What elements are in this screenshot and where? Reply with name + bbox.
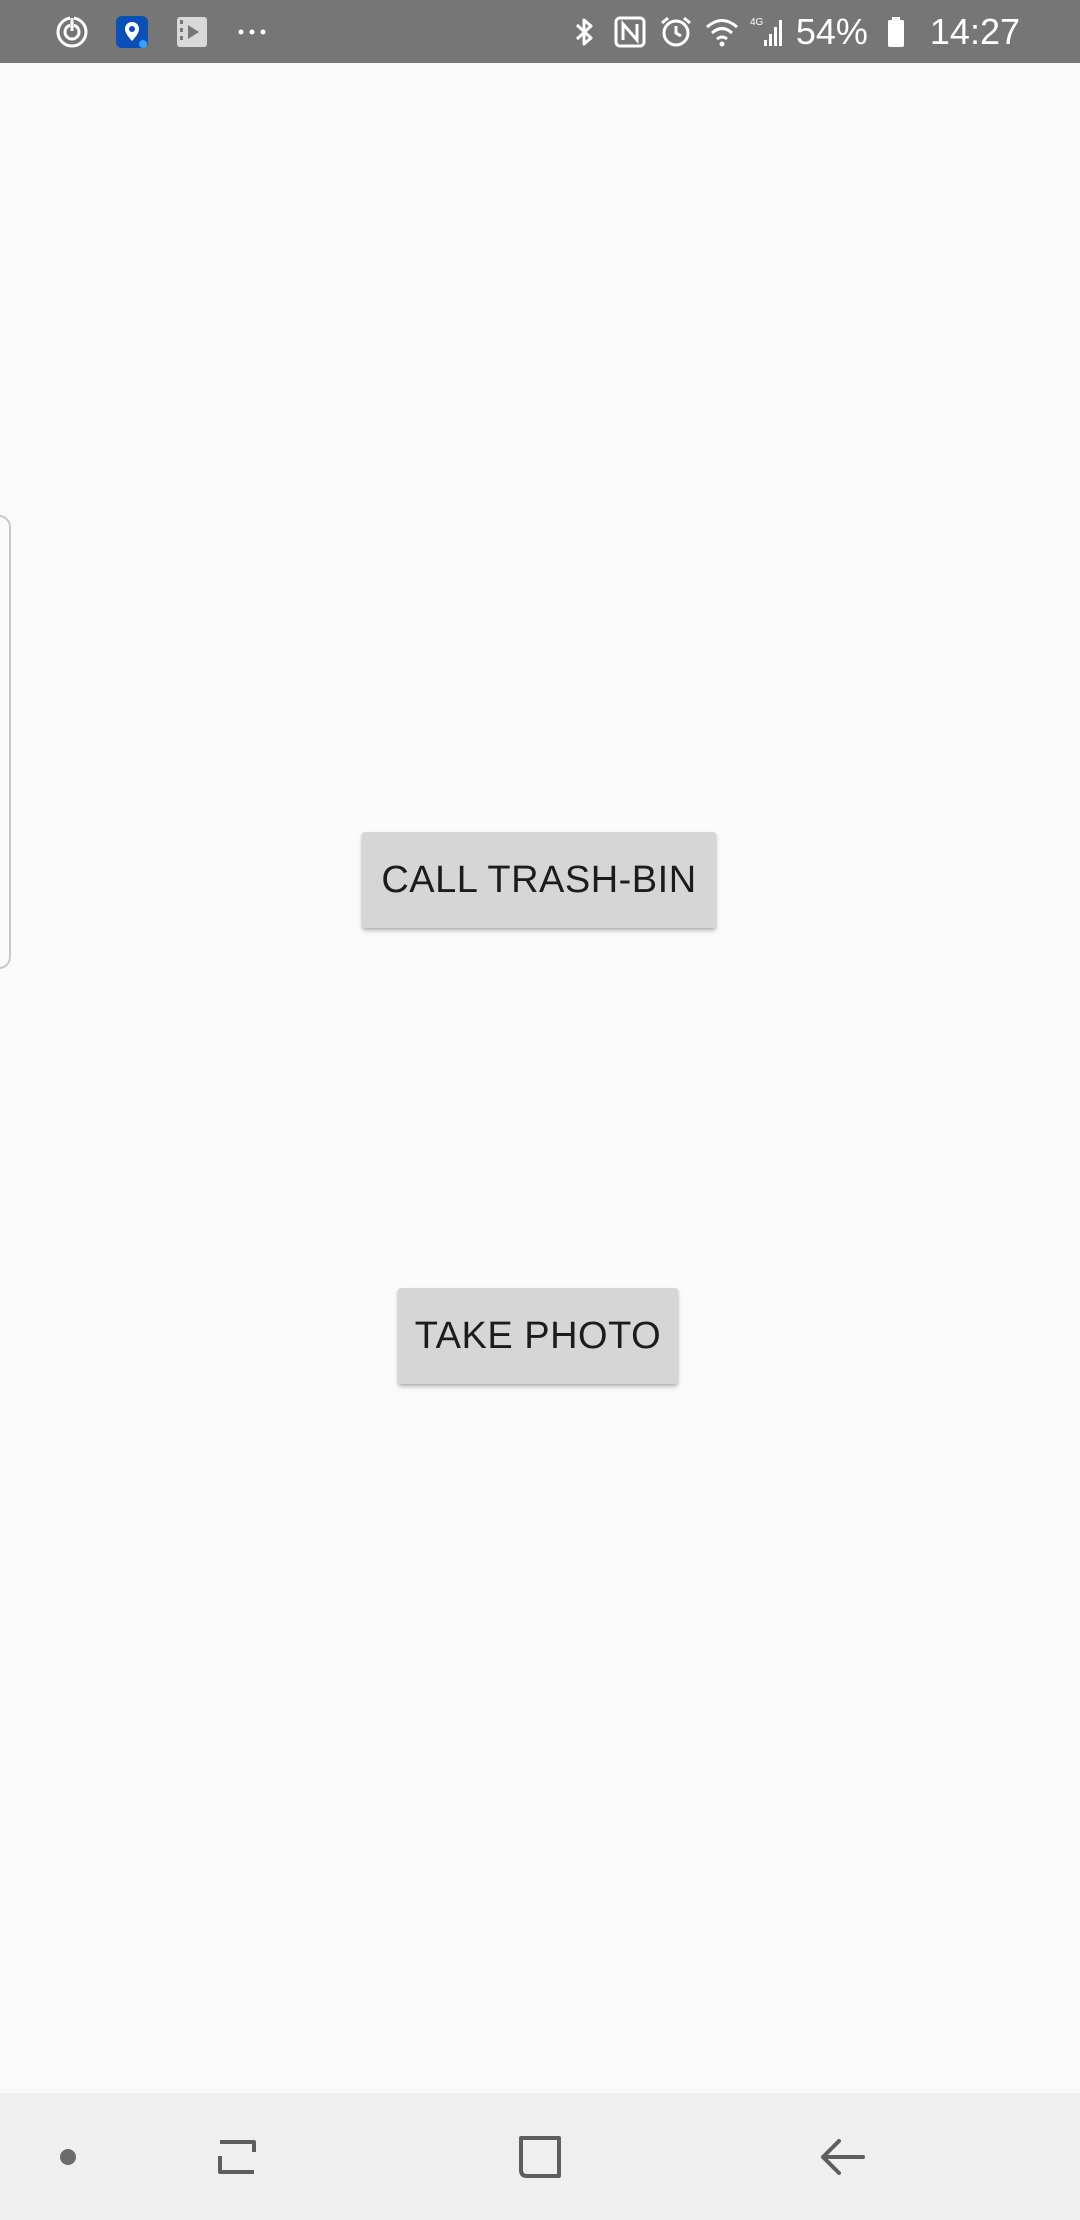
- sync-icon: [54, 14, 90, 50]
- battery-percent: 54%: [795, 11, 868, 52]
- 4g-signal-icon: 4G: [750, 14, 786, 50]
- recents-icon[interactable]: [196, 2093, 278, 2220]
- location-app-icon: [114, 14, 150, 50]
- battery-icon: [878, 14, 914, 50]
- network-label: 4G: [750, 17, 764, 28]
- call-trash-bin-button[interactable]: CALL TRASH-BIN: [362, 832, 716, 928]
- main-content: CALL TRASH-BIN TAKE PHOTO: [0, 63, 1080, 2093]
- status-left-icons: [54, 0, 270, 63]
- edge-panel-handle[interactable]: [0, 515, 11, 969]
- nfc-icon: [612, 14, 648, 50]
- more-dots-icon: [234, 14, 270, 50]
- nav-dot-icon[interactable]: [40, 2093, 96, 2220]
- wifi-icon: [704, 14, 740, 50]
- alarm-icon: [658, 14, 694, 50]
- home-icon[interactable]: [500, 2093, 580, 2220]
- clock: 14:27: [929, 11, 1020, 52]
- bluetooth-icon: [566, 14, 602, 50]
- status-right-icons: 4G 54% 14:27: [566, 0, 1020, 63]
- navigation-bar: [0, 2093, 1080, 2220]
- video-icon: [174, 14, 210, 50]
- back-icon[interactable]: [800, 2093, 884, 2220]
- status-bar: 4G 54% 14:27: [0, 0, 1080, 63]
- take-photo-button[interactable]: TAKE PHOTO: [398, 1288, 678, 1384]
